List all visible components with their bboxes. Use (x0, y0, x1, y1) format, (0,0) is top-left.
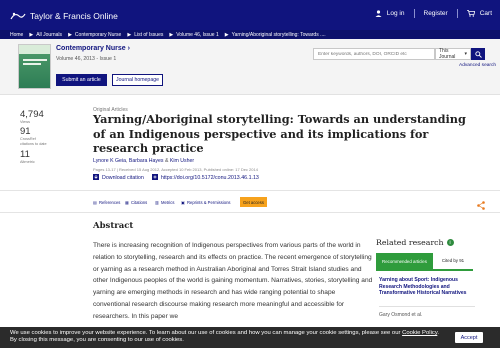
author-link[interactable]: Kim Usher (170, 158, 194, 164)
author-link[interactable]: Barbara Hayes (129, 158, 164, 164)
metric-views-label: Views (20, 120, 31, 124)
article-links: Download citation https://doi.org/10.517… (93, 174, 259, 182)
advanced-search-link[interactable]: Advanced search (459, 63, 496, 68)
tab-recommended-articles[interactable]: Recommended articles (376, 253, 433, 271)
download-citation-link[interactable]: Download citation (102, 175, 144, 181)
search-scope-select[interactable]: This Journal ▾ (435, 48, 471, 60)
chevron-right-icon: ▶ (127, 31, 132, 38)
journal-volume: Volume 46, 2013 - Issue 1 (56, 56, 117, 62)
metric-citations-value: 91 (20, 126, 31, 137)
author-list: Lynore K Geia, Barbara Hayes & Kim Usher (93, 158, 195, 164)
breadcrumb-issue[interactable]: Volume 46, Issue 1 (176, 32, 219, 38)
article-pages-dates: Pages 13-17 | Received 15 Aug 2012, Acce… (93, 167, 258, 172)
breadcrumb: Home ▶ All Journals ▶ Contemporary Nurse… (0, 30, 500, 39)
cookie-banner: We use cookies to improve your website e… (0, 327, 500, 348)
metric-altmetric-value: 11 (20, 149, 30, 160)
chevron-right-icon: ▶ (68, 31, 72, 38)
divider (379, 306, 475, 307)
submit-article-button[interactable]: Submit an article (56, 74, 107, 86)
abstract-text: There is increasing recognition of Indig… (93, 242, 373, 320)
top-nav: Log in Register Cart (375, 9, 492, 18)
related-article-link[interactable]: Yarning about Sport: Indigenous Research… (379, 277, 475, 297)
abstract-heading: Abstract (93, 221, 134, 231)
chevron-right-icon: ▶ (224, 31, 229, 38)
cookie-message: We use cookies to improve your website e… (10, 330, 439, 344)
brand-name: Taylor & Francis Online (30, 11, 118, 21)
citations-icon: ▦ (125, 200, 129, 205)
cookie-policy-link[interactable]: Cookie Policy (402, 330, 437, 336)
doi-icon (151, 174, 158, 182)
doi-link[interactable]: https://doi.org/10.5172/conu.2013.46.1.1… (161, 175, 259, 181)
search-icon (474, 50, 482, 58)
breadcrumb-home[interactable]: Home (10, 32, 23, 38)
get-access-button[interactable]: Get access (240, 197, 267, 207)
breadcrumb-list-of-issues[interactable]: List of Issues (134, 32, 163, 38)
journal-title-link[interactable]: Contemporary Nurse › (56, 45, 130, 52)
breadcrumb-all-journals[interactable]: All Journals (36, 32, 62, 38)
reprints-tab[interactable]: ▣ Reprints & Permissions (181, 200, 231, 205)
brand-logo-link[interactable]: Taylor & Francis Online (10, 9, 118, 23)
nav-divider (456, 9, 458, 18)
chevron-right-icon: › (127, 45, 130, 52)
nav-divider (413, 9, 415, 18)
download-icon (93, 174, 99, 182)
journal-homepage-button[interactable]: Journal homepage (112, 74, 163, 86)
tf-logo-icon (10, 12, 26, 20)
chevron-right-icon: ▶ (169, 31, 174, 38)
register-link[interactable]: Register (424, 10, 448, 17)
metrics-icon: ▥ (155, 200, 159, 205)
breadcrumb-current: Yarning/Aboriginal storytelling: Towards… (231, 31, 326, 38)
journal-cover-image[interactable] (18, 44, 51, 89)
cart-icon (466, 10, 475, 17)
related-research-heading: Related research i (376, 238, 454, 247)
help-icon[interactable]: i (446, 239, 454, 246)
chevron-down-icon: ▾ (464, 51, 467, 57)
chevron-right-icon: ▶ (29, 31, 34, 38)
metric-citations-label: CrossRef citations to date (20, 137, 47, 146)
cart-link[interactable]: Cart (466, 10, 492, 17)
login-link[interactable]: Log in (375, 10, 405, 17)
accept-cookies-button[interactable]: Accept (455, 332, 483, 343)
tab-cited-by[interactable]: Cited by 91 (433, 253, 473, 271)
reprints-icon: ▣ (181, 200, 185, 205)
breadcrumb-journal[interactable]: Contemporary Nurse (75, 32, 121, 38)
references-icon: ▤ (93, 200, 97, 205)
user-icon (375, 10, 382, 17)
citations-tab[interactable]: ▦ Citations (125, 200, 147, 205)
share-button[interactable] (477, 197, 485, 215)
references-tab[interactable]: ▤ References (93, 200, 120, 205)
author-link[interactable]: Lynore K Geia (93, 158, 126, 164)
search-button[interactable] (471, 48, 485, 60)
related-article-author: Gary Osmond et al. (379, 312, 423, 318)
share-icon (477, 201, 485, 210)
search-input[interactable] (313, 48, 435, 60)
metric-views-value: 4,794 (20, 109, 44, 120)
metrics-tab[interactable]: ▥ Metrics (155, 200, 174, 205)
metric-altmetric-label: Altmetric (20, 160, 35, 164)
article-title: Yarning/Aboriginal storytelling: Towards… (93, 112, 466, 155)
